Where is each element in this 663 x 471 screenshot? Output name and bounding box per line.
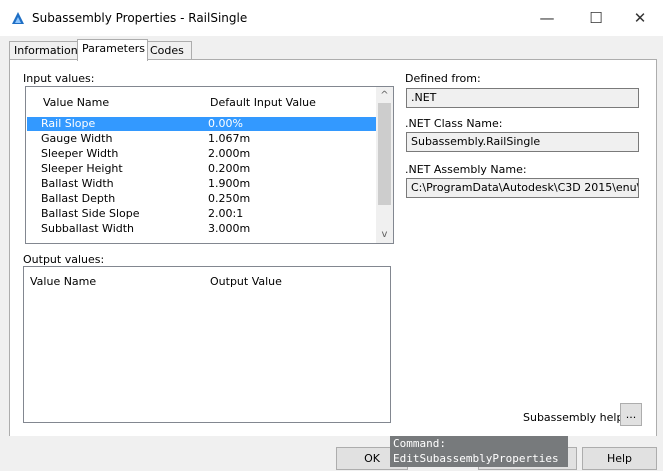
output-values-label: Output values: bbox=[23, 253, 105, 266]
column-value-name[interactable]: Value Name bbox=[43, 96, 109, 109]
default-value-cell: 0.00% bbox=[208, 117, 243, 130]
input-row-ballast-side-slope[interactable]: Ballast Side Slope 2.00:1 bbox=[27, 207, 376, 221]
defined-from-field: .NET bbox=[406, 88, 639, 108]
scroll-up-icon[interactable]: ^ bbox=[376, 90, 393, 101]
value-name-cell: Ballast Depth bbox=[41, 192, 116, 205]
value-name-cell: Gauge Width bbox=[41, 132, 113, 145]
input-row-subballast-width[interactable]: Subballast Width 3.000m bbox=[27, 222, 376, 236]
default-value-cell: 2.000m bbox=[208, 147, 251, 160]
window-title: Subassembly Properties - RailSingle bbox=[32, 11, 248, 25]
scroll-down-icon[interactable]: v bbox=[376, 229, 393, 240]
tab-parameters[interactable]: Parameters bbox=[77, 39, 148, 61]
tab-information[interactable]: Information bbox=[9, 41, 78, 60]
output-values-list[interactable]: Value Name Output Value bbox=[23, 266, 391, 423]
default-value-cell: 1.067m bbox=[208, 132, 251, 145]
value-name-cell: Sleeper Height bbox=[41, 162, 123, 175]
command-name: EditSubassemblyProperties bbox=[393, 452, 559, 465]
default-value-cell: 2.00:1 bbox=[208, 207, 244, 220]
column-default-input-value[interactable]: Default Input Value bbox=[210, 96, 316, 109]
column-output-value[interactable]: Output Value bbox=[210, 275, 282, 288]
command-label: Command: bbox=[393, 437, 446, 450]
parameters-panel: Input values: Value Name Default Input V… bbox=[9, 59, 657, 438]
input-row-sleeper-width[interactable]: Sleeper Width 2.000m bbox=[27, 147, 376, 161]
net-class-name-label: .NET Class Name: bbox=[405, 117, 503, 130]
default-value-cell: 3.000m bbox=[208, 222, 251, 235]
input-row-gauge-width[interactable]: Gauge Width 1.067m bbox=[27, 132, 376, 146]
net-assembly-name-label: .NET Assembly Name: bbox=[405, 163, 527, 176]
subassembly-help-label: Subassembly help: bbox=[523, 411, 628, 424]
input-row-sleeper-height[interactable]: Sleeper Height 0.200m bbox=[27, 162, 376, 176]
help-button[interactable]: Help bbox=[582, 447, 657, 470]
default-value-cell: 0.200m bbox=[208, 162, 251, 175]
net-class-name-field: Subassembly.RailSingle bbox=[406, 132, 639, 152]
input-row-rail-slope[interactable]: Rail Slope 0.00% bbox=[27, 117, 376, 131]
input-row-ballast-width[interactable]: Ballast Width 1.900m bbox=[27, 177, 376, 191]
input-values-list[interactable]: Value Name Default Input Value Rail Slop… bbox=[25, 86, 394, 244]
defined-from-label: Defined from: bbox=[405, 72, 481, 85]
value-name-cell: Rail Slope bbox=[41, 117, 96, 130]
input-values-label: Input values: bbox=[23, 72, 95, 85]
close-icon[interactable]: ✕ bbox=[620, 5, 660, 31]
value-name-cell: Ballast Side Slope bbox=[41, 207, 140, 220]
input-list-scrollbar[interactable]: ^ v bbox=[376, 87, 393, 243]
minimize-icon[interactable]: — bbox=[527, 5, 567, 31]
value-name-cell: Ballast Width bbox=[41, 177, 114, 190]
scrollbar-thumb[interactable] bbox=[378, 103, 391, 205]
column-value-name[interactable]: Value Name bbox=[30, 275, 96, 288]
net-assembly-name-field: C:\ProgramData\Autodesk\C3D 2015\enu\C3D… bbox=[406, 178, 639, 198]
value-name-cell: Sleeper Width bbox=[41, 147, 119, 160]
title-bar: Subassembly Properties - RailSingle — ☐ … bbox=[0, 0, 663, 36]
maximize-icon[interactable]: ☐ bbox=[576, 5, 616, 31]
default-value-cell: 0.250m bbox=[208, 192, 251, 205]
autocad-icon bbox=[12, 12, 24, 24]
tab-codes[interactable]: Codes bbox=[145, 41, 192, 60]
subassembly-help-button[interactable]: ... bbox=[620, 403, 642, 426]
command-tooltip: Command: EditSubassemblyProperties bbox=[390, 436, 568, 467]
input-row-ballast-depth[interactable]: Ballast Depth 0.250m bbox=[27, 192, 376, 206]
value-name-cell: Subballast Width bbox=[41, 222, 135, 235]
default-value-cell: 1.900m bbox=[208, 177, 251, 190]
